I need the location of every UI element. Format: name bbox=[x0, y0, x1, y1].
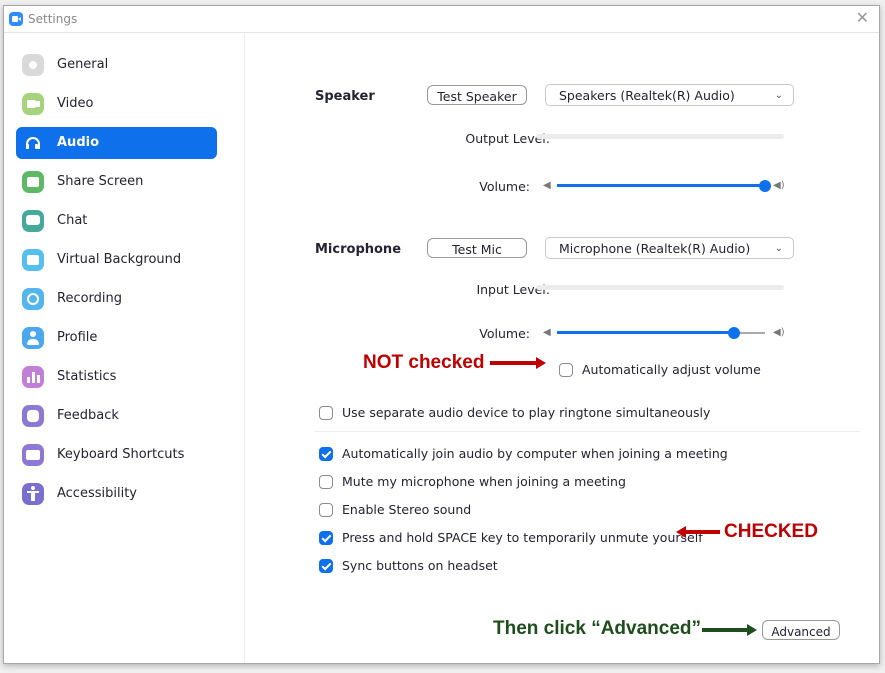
speaker-device-value: Speakers (Realtek(R) Audio) bbox=[559, 88, 735, 103]
recording-icon bbox=[22, 288, 44, 310]
sidebar-item-label: Profile bbox=[57, 330, 98, 345]
checkbox-label: Use separate audio device to play ringto… bbox=[342, 405, 711, 420]
divider bbox=[315, 431, 860, 432]
sidebar-item-virtual-background[interactable]: Virtual Background bbox=[16, 244, 217, 276]
speaker-volume-label: Volume: bbox=[479, 179, 530, 194]
virtual-background-icon bbox=[22, 249, 44, 271]
sidebar-item-share-screen[interactable]: Share Screen bbox=[16, 166, 217, 198]
speaker-section-label: Speaker bbox=[315, 89, 375, 104]
title-bar: Settings ✕ bbox=[4, 6, 879, 33]
speaker-volume-slider[interactable]: ◀ ◀) bbox=[543, 179, 787, 193]
checkbox[interactable] bbox=[559, 363, 573, 377]
input-level-meter bbox=[536, 285, 784, 290]
sidebar-item-accessibility[interactable]: Accessibility bbox=[16, 478, 217, 510]
feedback-smiley-icon bbox=[22, 405, 44, 427]
slider-knob[interactable] bbox=[759, 180, 771, 192]
microphone-device-select[interactable]: Microphone (Realtek(R) Audio) ⌄ bbox=[545, 237, 794, 259]
checkbox-label: Sync buttons on headset bbox=[342, 558, 498, 573]
sidebar-item-statistics[interactable]: Statistics bbox=[16, 361, 217, 393]
checkbox[interactable] bbox=[319, 503, 333, 517]
sidebar-item-video[interactable]: Video bbox=[16, 88, 217, 120]
statistics-icon bbox=[22, 366, 44, 388]
sidebar-item-label: Accessibility bbox=[57, 486, 137, 501]
annotation-not-checked: NOT checked bbox=[363, 352, 485, 373]
sidebar-item-label: Virtual Background bbox=[57, 252, 182, 267]
output-level-meter bbox=[536, 134, 784, 139]
microphone-section-label: Microphone bbox=[315, 242, 402, 257]
checkbox-label: Press and hold SPACE key to temporarily … bbox=[342, 530, 703, 545]
sidebar-item-recording[interactable]: Recording bbox=[16, 283, 217, 315]
volume-high-icon: ◀) bbox=[773, 327, 785, 338]
microphone-device-value: Microphone (Realtek(R) Audio) bbox=[559, 241, 751, 256]
volume-low-icon: ◀ bbox=[543, 180, 551, 191]
mic-volume-label: Volume: bbox=[479, 326, 530, 341]
advanced-button[interactable]: Advanced bbox=[762, 620, 840, 640]
slider-knob[interactable] bbox=[727, 327, 740, 339]
checkbox[interactable] bbox=[319, 475, 333, 489]
gear-icon bbox=[22, 54, 44, 76]
annotation-then-click-advanced: Then click “Advanced” bbox=[493, 618, 702, 639]
sidebar-item-feedback[interactable]: Feedback bbox=[16, 400, 217, 432]
annotation-checked: CHECKED bbox=[724, 521, 818, 542]
chat-bubble-icon bbox=[22, 210, 44, 232]
sidebar-item-label: General bbox=[57, 57, 109, 72]
zoom-app-icon bbox=[9, 12, 23, 26]
output-level-label: Output Level: bbox=[465, 131, 550, 146]
checkbox-label: Automatically join audio by computer whe… bbox=[342, 446, 728, 461]
checkbox[interactable] bbox=[319, 559, 333, 573]
sidebar-item-audio[interactable]: Audio bbox=[16, 127, 217, 159]
video-camera-icon bbox=[22, 93, 44, 115]
share-screen-icon bbox=[22, 171, 44, 193]
sidebar-item-label: Chat bbox=[57, 213, 88, 228]
chevron-down-icon: ⌄ bbox=[774, 243, 783, 254]
keyboard-icon bbox=[22, 444, 44, 466]
window-title: Settings bbox=[28, 12, 78, 26]
annotation-arrow-right-red bbox=[490, 357, 548, 369]
sidebar: General Video Audio Share Screen Chat Vi… bbox=[4, 33, 245, 663]
test-mic-button[interactable]: Test Mic bbox=[427, 238, 527, 258]
settings-window: Settings ✕ General Video Audio Share Scr… bbox=[3, 5, 880, 664]
slider-fill bbox=[557, 184, 765, 187]
sidebar-item-label: Feedback bbox=[57, 408, 119, 423]
input-level-label: Input Level: bbox=[476, 282, 550, 297]
profile-icon bbox=[22, 327, 44, 349]
sidebar-item-label: Video bbox=[57, 96, 94, 111]
test-speaker-button[interactable]: Test Speaker bbox=[427, 85, 527, 105]
speaker-device-select[interactable]: Speakers (Realtek(R) Audio) ⌄ bbox=[545, 84, 794, 106]
checkbox[interactable] bbox=[319, 531, 333, 545]
sidebar-item-label: Share Screen bbox=[57, 174, 144, 189]
sidebar-item-label: Statistics bbox=[57, 369, 117, 384]
sidebar-item-label: Keyboard Shortcuts bbox=[57, 447, 185, 462]
headphones-icon bbox=[22, 132, 44, 154]
sidebar-item-label: Audio bbox=[57, 135, 100, 150]
checkbox-label: Automatically adjust volume bbox=[582, 362, 761, 377]
sidebar-item-chat[interactable]: Chat bbox=[16, 205, 217, 237]
mic-volume-slider[interactable]: ◀ ◀) bbox=[543, 326, 787, 340]
checkbox-label: Mute my microphone when joining a meetin… bbox=[342, 474, 626, 489]
checkbox[interactable] bbox=[319, 447, 333, 461]
audio-settings-panel: Speaker Test Speaker Speakers (Realtek(R… bbox=[245, 33, 879, 663]
chevron-down-icon: ⌄ bbox=[774, 90, 783, 101]
accessibility-icon bbox=[22, 483, 44, 505]
sidebar-item-label: Recording bbox=[57, 291, 123, 306]
annotation-arrow-right-green bbox=[702, 624, 758, 636]
checkbox[interactable] bbox=[319, 406, 333, 420]
sidebar-item-profile[interactable]: Profile bbox=[16, 322, 217, 354]
close-icon[interactable]: ✕ bbox=[856, 10, 869, 26]
slider-fill bbox=[557, 331, 734, 334]
volume-high-icon: ◀) bbox=[773, 180, 785, 191]
volume-low-icon: ◀ bbox=[543, 327, 551, 338]
annotation-arrow-left-red bbox=[676, 526, 720, 538]
sidebar-item-keyboard-shortcuts[interactable]: Keyboard Shortcuts bbox=[16, 439, 217, 471]
checkbox-label: Enable Stereo sound bbox=[342, 502, 472, 517]
sidebar-item-general[interactable]: General bbox=[16, 49, 217, 81]
